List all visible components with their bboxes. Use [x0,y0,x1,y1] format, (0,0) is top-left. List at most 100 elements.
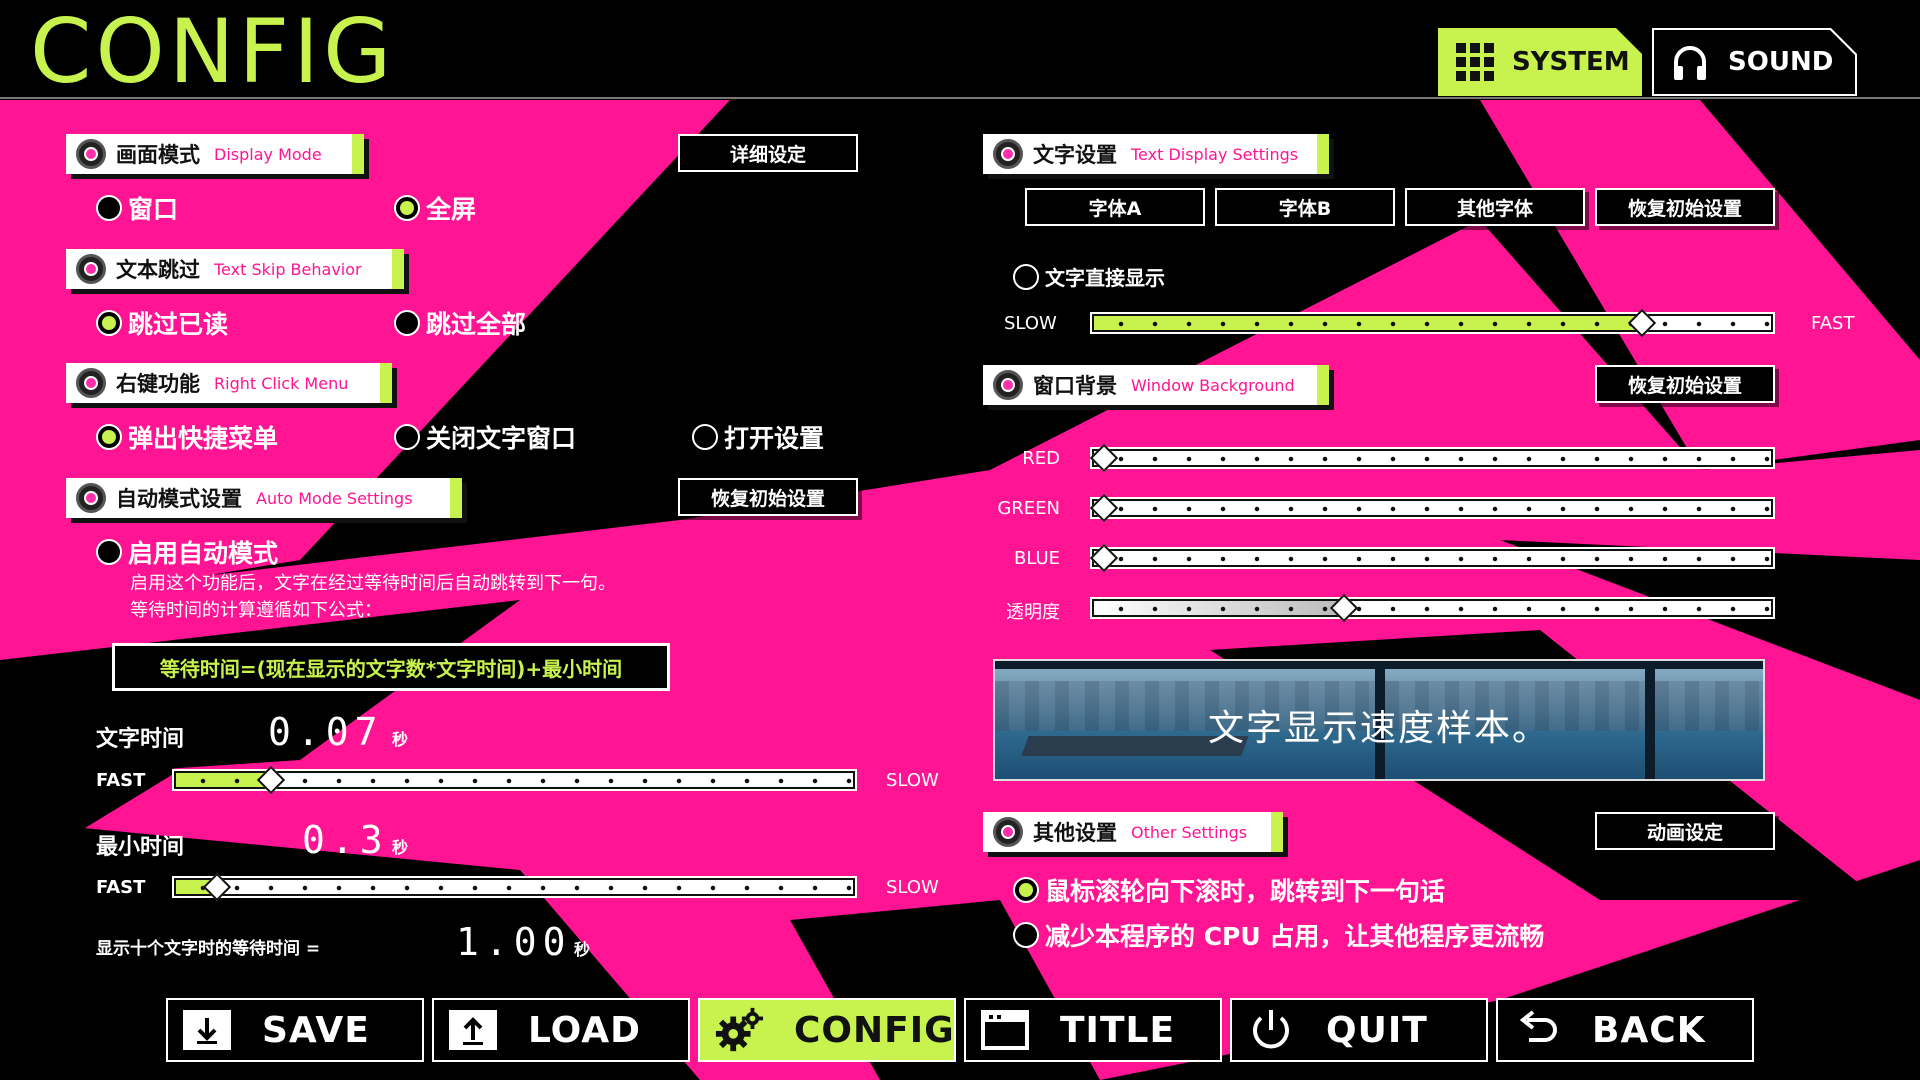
section-display-mode: 画面模式 Display Mode [66,134,364,174]
section-title-zh: 窗口背景 [1033,374,1117,398]
auto-reset-button[interactable]: 恢复初始设置 [678,478,858,516]
section-title-zh: 右键功能 [116,372,200,396]
opacity-slider[interactable] [1090,593,1775,623]
grid-icon [1456,43,1494,81]
radio-label: 打开设置 [724,424,825,453]
section-title-en: Text Skip Behavior [214,259,362,279]
radio-open-settings[interactable]: 打开设置 [692,419,824,455]
red-slider[interactable] [1089,443,1775,473]
section-title-en: Text Display Settings [1131,144,1299,164]
section-text-display: 文字设置 Text Display Settings [983,134,1329,174]
radio-fullscreen[interactable]: 全屏 [394,190,476,226]
nav-quit-button[interactable]: QUIT [1230,998,1488,1062]
header-divider [0,97,1920,99]
font-a-button[interactable]: 字体A [1025,188,1205,226]
text-speed-slider[interactable] [1090,308,1775,338]
animation-settings-button[interactable]: 动画设定 [1595,812,1775,850]
nav-back-button[interactable]: BACK [1496,998,1754,1062]
radio-close-text-window[interactable]: 关闭文字窗口 [394,419,576,455]
radio-instant-text[interactable]: 文字直接显示 [1013,262,1165,291]
radio-dot [96,195,122,221]
text-reset-button[interactable]: 恢复初始设置 [1595,188,1775,226]
radio-label: 关闭文字窗口 [426,424,577,453]
nav-title-button[interactable]: TITLE [964,998,1222,1062]
radio-skip-all[interactable]: 跳过全部 [394,305,526,341]
slider-knob[interactable] [1330,593,1359,623]
tab-system[interactable]: SYSTEM [1438,28,1642,96]
red-label: RED [1022,448,1060,469]
slider-knob[interactable] [256,765,285,795]
text-time-slider[interactable] [172,765,857,795]
radio-popup-menu[interactable]: 弹出快捷菜单 [96,419,278,455]
radio-label: 全屏 [426,195,477,224]
min-time-fast-label: FAST [96,877,146,898]
blue-slider[interactable] [1089,543,1775,573]
wait-time-formula: 等待时间=(现在显示的文字数*文字时间)+最小时间 [112,643,670,691]
text-preview-box: 文字显示速度样本。 [993,659,1765,781]
min-time-slider[interactable] [172,872,857,902]
slider-knob[interactable] [202,872,231,902]
min-time-slow-label: SLOW [886,877,939,898]
green-label: GREEN [997,498,1060,519]
text-time-label: 文字时间 [96,727,185,752]
opacity-label: 透明度 [1006,602,1060,623]
ten-char-wait-label: 显示十个文字时的等待时间 = [96,939,321,959]
section-title-en: Display Mode [214,144,322,164]
section-title-zh: 画面模式 [116,143,200,167]
other-fonts-button[interactable]: 其他字体 [1405,188,1585,226]
nav-label: CONFIG [794,1009,955,1051]
section-badge-icon [993,139,1023,169]
nav-load-button[interactable]: LOAD [432,998,690,1062]
slider-knob[interactable] [1628,308,1657,338]
section-text-skip: 文本跳过 Text Skip Behavior [66,249,404,289]
section-title-en: Other Settings [1131,822,1248,842]
tab-sound[interactable]: SOUND [1652,28,1857,96]
radio-wheel-advance[interactable]: 鼠标滚轮向下滚时，跳转到下一句话 [1013,872,1445,908]
radio-label: 鼠标滚轮向下滚时，跳转到下一句话 [1045,877,1446,906]
section-auto-mode: 自动模式设置 Auto Mode Settings [66,478,462,518]
nav-label: BACK [1592,1009,1706,1051]
radio-dot [1013,922,1039,948]
window-bg-reset-button[interactable]: 恢复初始设置 [1595,365,1775,403]
radio-enable-auto[interactable]: 启用自动模式 [96,534,278,570]
nav-label: LOAD [528,1009,642,1051]
display-detail-button[interactable]: 详细设定 [678,134,858,172]
preview-text: 文字显示速度样本。 [1207,708,1550,749]
section-badge-icon [76,368,106,398]
slider-knob[interactable] [1089,493,1119,523]
load-icon [449,1010,497,1050]
radio-dot [96,424,122,450]
radio-skip-read[interactable]: 跳过已读 [96,305,228,341]
section-title-en: Window Background [1131,375,1295,395]
section-other: 其他设置 Other Settings [983,812,1283,852]
screen-title: CONFIG [30,0,396,103]
slider-knob[interactable] [1089,543,1119,573]
text-time-slow-label: SLOW [886,770,939,791]
auto-description-2: 等待时间的计算遵循如下公式： [130,600,382,621]
radio-label: 跳过全部 [426,310,527,339]
ten-char-wait-unit: 秒 [574,940,591,959]
tab-system-label: SYSTEM [1512,47,1630,77]
text-time-unit: 秒 [392,730,409,749]
power-icon [1253,1010,1289,1049]
radio-label: 减少本程序的 CPU 占用，让其他程序更流畅 [1045,922,1545,951]
config-screen: CONFIG SYSTEM SOUND 画面模式 Display Mode 详细… [0,0,1920,1080]
blue-label: BLUE [1013,548,1060,569]
slider-knob[interactable] [1089,443,1119,473]
radio-reduce-cpu[interactable]: 减少本程序的 CPU 占用，让其他程序更流畅 [1013,917,1544,953]
radio-label: 文字直接显示 [1045,266,1165,290]
font-b-button[interactable]: 字体B [1215,188,1395,226]
nav-label: SAVE [262,1009,370,1051]
headphones-icon [1670,42,1710,82]
radio-window-mode[interactable]: 窗口 [96,190,178,226]
section-title-en: Auto Mode Settings [256,488,413,508]
nav-config-button[interactable]: CONFIG [698,998,956,1062]
green-slider[interactable] [1089,493,1775,523]
text-time-value: 0.07 [268,710,384,754]
section-badge-icon [993,370,1023,400]
nav-save-button[interactable]: SAVE [166,998,424,1062]
radio-label: 弹出快捷菜单 [128,424,279,453]
radio-dot [96,310,122,336]
min-time-label: 最小时间 [96,835,185,860]
radio-dot [1013,877,1039,903]
